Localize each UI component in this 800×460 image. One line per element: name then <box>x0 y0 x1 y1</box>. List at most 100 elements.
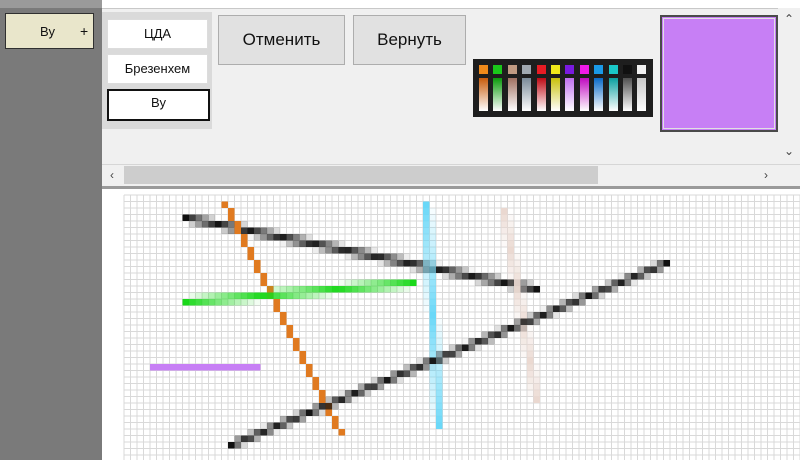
scroll-down-icon[interactable]: ⌄ <box>781 144 797 158</box>
algo-button-bresenham[interactable]: Брезенхем <box>107 54 208 84</box>
palette-swatch[interactable] <box>637 65 647 74</box>
line-pixel <box>429 377 436 384</box>
line-pixel <box>533 318 540 325</box>
scroll-up-icon[interactable]: ⌃ <box>781 12 797 26</box>
line-pixel <box>507 214 514 221</box>
line-pixel <box>221 221 228 228</box>
line-pixel <box>449 273 456 280</box>
line-pixel <box>319 403 326 410</box>
palette-shade-swatch[interactable] <box>493 78 503 111</box>
line-pixel <box>559 299 566 306</box>
line-pixel <box>280 286 287 293</box>
line-pixel <box>299 409 306 416</box>
line-pixel <box>507 279 514 286</box>
current-color-preview[interactable] <box>660 15 778 132</box>
palette-shade-swatch[interactable] <box>623 78 632 111</box>
vertical-scrollbar[interactable]: ⌃ ⌄ <box>778 8 800 164</box>
drawing-canvas[interactable] <box>102 189 800 460</box>
scroll-right-icon[interactable]: › <box>758 168 774 182</box>
line-pixel <box>306 364 313 371</box>
palette-shade-swatch[interactable] <box>594 78 604 111</box>
line-pixel <box>527 338 534 345</box>
horizontal-scroll-thumb[interactable] <box>124 166 598 184</box>
scroll-left-icon[interactable]: ‹ <box>104 168 120 182</box>
palette-swatch[interactable] <box>536 65 546 74</box>
palette-shade-swatch[interactable] <box>565 78 575 111</box>
line-pixel <box>215 221 222 228</box>
line-pixel <box>345 279 352 286</box>
line-pixel <box>436 357 443 364</box>
line-pixel <box>514 279 521 286</box>
line-pixel <box>475 338 482 345</box>
line-pixel <box>169 364 176 371</box>
palette-shade-swatch[interactable] <box>579 78 589 111</box>
line-pixel <box>663 260 670 267</box>
palette-swatch[interactable] <box>551 65 560 74</box>
line-pixel <box>507 266 514 273</box>
line-pixel <box>241 364 248 371</box>
line-pixel <box>390 377 397 384</box>
pixel-grid[interactable] <box>102 189 800 460</box>
line-pixel <box>358 383 365 390</box>
palette-swatch[interactable] <box>594 65 604 74</box>
palette-shade-swatch[interactable] <box>608 78 618 111</box>
line-pixel <box>527 383 534 390</box>
palette-shade-swatch[interactable] <box>507 78 517 111</box>
undo-button[interactable]: Отменить <box>218 15 345 65</box>
redo-button[interactable]: Вернуть <box>353 15 466 65</box>
line-pixel <box>455 266 462 273</box>
line-pixel <box>481 279 488 286</box>
palette-swatch[interactable] <box>608 65 618 74</box>
line-pixel <box>215 292 222 299</box>
line-pixel <box>585 292 592 299</box>
line-pixel <box>312 286 319 293</box>
line-pixel <box>416 364 423 371</box>
palette-shade-swatch[interactable] <box>479 78 488 111</box>
line-pixel <box>429 370 436 377</box>
line-pixel <box>494 273 501 280</box>
line-pixel <box>208 292 215 299</box>
line-pixel <box>527 286 534 293</box>
line-pixel <box>364 286 371 293</box>
palette-shade-swatch[interactable] <box>637 78 647 111</box>
line-pixel <box>488 331 495 338</box>
palette-shade-swatch[interactable] <box>551 78 560 111</box>
line-pixel <box>429 234 436 241</box>
line-pixel <box>319 240 326 247</box>
line-pixel <box>247 299 254 306</box>
line-pixel <box>254 227 261 234</box>
line-pixel <box>507 234 514 241</box>
line-pixel <box>533 377 540 384</box>
line-pixel <box>449 266 456 273</box>
line-pixel <box>345 390 352 397</box>
line-pixel <box>384 260 391 267</box>
palette-swatch[interactable] <box>479 65 488 74</box>
algo-button-dda[interactable]: ЦДА <box>107 19 208 49</box>
line-pixel <box>358 279 365 286</box>
line-pixel <box>553 305 560 312</box>
line-pixel <box>208 364 215 371</box>
palette-shade-swatch[interactable] <box>522 78 532 111</box>
palette-swatch[interactable] <box>507 65 517 74</box>
line-pixel <box>338 390 345 397</box>
palette-swatch[interactable] <box>493 65 503 74</box>
line-pixel <box>429 390 436 397</box>
palette-swatch[interactable] <box>579 65 589 74</box>
line-pixel <box>202 214 209 221</box>
add-tab-button[interactable]: + <box>80 23 88 39</box>
line-pixel <box>455 273 462 280</box>
line-pixel <box>312 377 319 384</box>
palette-swatch[interactable] <box>623 65 632 74</box>
line-pixel <box>423 279 430 286</box>
palette-shade-swatch[interactable] <box>536 78 546 111</box>
algorithm-tab[interactable]: Ву + <box>5 13 94 49</box>
line-pixel <box>293 234 300 241</box>
line-pixel <box>423 273 430 280</box>
color-palette <box>473 59 653 117</box>
palette-swatch[interactable] <box>522 65 532 74</box>
line-pixel <box>514 260 521 267</box>
line-pixel <box>429 305 436 312</box>
algo-button-wu[interactable]: Ву <box>107 89 210 121</box>
palette-swatch[interactable] <box>565 65 575 74</box>
line-pixel <box>507 227 514 234</box>
